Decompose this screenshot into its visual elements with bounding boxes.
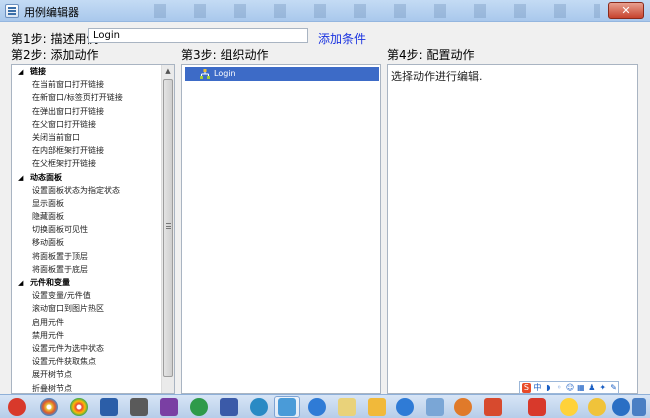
action-item[interactable]: 在父窗口打开链接	[12, 118, 162, 131]
action-item[interactable]: 启用元件	[12, 316, 162, 329]
tray-network-icon[interactable]	[612, 398, 630, 416]
case-tree-item[interactable]: Login	[185, 67, 379, 81]
action-group[interactable]: ◢ 元件和变量	[12, 276, 162, 289]
pdf-icon[interactable]	[484, 398, 502, 416]
scroll-up-icon[interactable]: ▲	[162, 65, 174, 78]
word-icon[interactable]	[100, 398, 118, 416]
action-item[interactable]: 在弹出窗口打开链接	[12, 105, 162, 118]
case-name: Login	[214, 69, 236, 78]
ime-width-icon[interactable]: ◦	[555, 383, 564, 393]
action-item[interactable]: 隐藏面板	[12, 210, 162, 223]
action-item[interactable]: 显示面板	[12, 197, 162, 210]
action-group[interactable]: ◢ 动态面板	[12, 171, 162, 184]
start-button-icon[interactable]	[8, 398, 26, 416]
case-description-input[interactable]	[88, 28, 308, 43]
ime-tools-icon[interactable]: ✎	[609, 383, 618, 393]
window-title: 用例编辑器	[24, 6, 79, 19]
taskbar	[0, 394, 650, 418]
ime-skin-icon[interactable]: ✦	[598, 383, 607, 393]
action-group-label: 链接	[30, 67, 46, 76]
action-group-label: 元件和变量	[30, 278, 70, 287]
ime-toolbar[interactable]: S 中 ◗ ◦ ☺ ▦ ♟ ✦ ✎	[519, 381, 619, 394]
background-toolbar	[140, 4, 600, 18]
app-icon	[5, 4, 19, 18]
action-item[interactable]: 展开树节点	[12, 368, 162, 381]
ie-icon[interactable]	[308, 398, 326, 416]
browser-icon[interactable]	[70, 398, 88, 416]
action-item[interactable]: 在当前窗口打开链接	[12, 78, 162, 91]
close-button[interactable]: ✕	[608, 2, 644, 19]
ime-chinese-icon[interactable]: 中	[533, 383, 542, 393]
title-bar: 用例编辑器 ✕	[0, 0, 650, 22]
ime-user-icon[interactable]: ♟	[587, 383, 596, 393]
onenote-icon[interactable]	[160, 398, 178, 416]
action-item[interactable]: 设置元件为选中状态	[12, 342, 162, 355]
paint-icon[interactable]	[426, 398, 444, 416]
folder-icon[interactable]	[338, 398, 356, 416]
step1-label: 第1步: 描述用例	[11, 32, 99, 46]
ime-punctuation-icon[interactable]: ◗	[544, 383, 553, 393]
action-group[interactable]: ◢ 链接	[12, 65, 162, 78]
configure-hint: 选择动作进行编辑.	[391, 70, 483, 83]
case-tree-icon	[200, 69, 210, 79]
network-tool-icon[interactable]	[190, 398, 208, 416]
step3-label: 第3步: 组织动作	[181, 48, 269, 62]
chrome-icon[interactable]	[40, 398, 58, 416]
action-item[interactable]: 移动面板	[12, 236, 162, 249]
action-item[interactable]: 关闭当前窗口	[12, 131, 162, 144]
step2-label: 第2步: 添加动作	[11, 48, 99, 62]
tray-qq-icon[interactable]	[560, 398, 578, 416]
tray-face-icon[interactable]	[588, 398, 606, 416]
app-icon-blue[interactable]	[220, 398, 238, 416]
action-item[interactable]: 设置变量/元件值	[12, 289, 162, 302]
app-icon-dark[interactable]	[130, 398, 148, 416]
action-item[interactable]: 设置元件获取焦点	[12, 355, 162, 368]
action-group-label: 动态面板	[30, 172, 62, 182]
collapse-triangle-icon[interactable]: ◢	[12, 172, 30, 185]
ime-logo-icon[interactable]: S	[522, 382, 531, 393]
tray-volume-icon[interactable]	[632, 398, 646, 416]
ime-keyboard-icon[interactable]: ▦	[576, 383, 585, 393]
action-item[interactable]: 设置面板状态为指定状态	[12, 184, 162, 197]
axure-icon[interactable]	[278, 398, 296, 416]
collapse-triangle-icon[interactable]: ◢	[12, 277, 30, 290]
action-item[interactable]: 禁用元件	[12, 329, 162, 342]
grip-icon	[166, 223, 171, 229]
step4-label: 第4步: 配置动作	[387, 48, 475, 62]
action-item[interactable]: 折叠树节点	[12, 382, 162, 394]
action-list-scrollbar[interactable]: ▲	[161, 65, 174, 393]
firefox-icon[interactable]	[454, 398, 472, 416]
tray-sogou-icon[interactable]	[528, 398, 546, 416]
ime-emoji-icon[interactable]: ☺	[566, 383, 575, 393]
action-item[interactable]: 将面板置于顶层	[12, 250, 162, 263]
ie-icon-2[interactable]	[396, 398, 414, 416]
case-editor-body: 第1步: 描述用例 添加条件 第2步: 添加动作 第3步: 组织动作 第4步: …	[0, 22, 650, 394]
action-item[interactable]: 在内部框架打开链接	[12, 144, 162, 157]
globe-icon[interactable]	[250, 398, 268, 416]
add-condition-link[interactable]: 添加条件	[318, 30, 366, 47]
action-item[interactable]: 切换面板可见性	[12, 223, 162, 236]
action-item[interactable]: 在父框架打开链接	[12, 157, 162, 170]
action-item[interactable]: 在新窗口/标签页打开链接	[12, 91, 162, 104]
action-item[interactable]: 将面板置于底层	[12, 263, 162, 276]
action-list-panel: ◢ 链接 在当前窗口打开链接 在新窗口/标签页打开链接 在弹出窗口打开链接 在父窗口打开链…	[11, 64, 175, 394]
scrollbar-thumb[interactable]	[163, 79, 173, 377]
notes-icon[interactable]	[368, 398, 386, 416]
action-item[interactable]: 滚动窗口到图片热区	[12, 302, 162, 315]
configure-action-panel: 选择动作进行编辑.	[387, 64, 638, 394]
organize-actions-panel: Login	[181, 64, 381, 394]
action-tree: ◢ 链接 在当前窗口打开链接 在新窗口/标签页打开链接 在弹出窗口打开链接 在父窗口打开链…	[12, 65, 162, 394]
collapse-triangle-icon[interactable]: ◢	[12, 66, 30, 79]
